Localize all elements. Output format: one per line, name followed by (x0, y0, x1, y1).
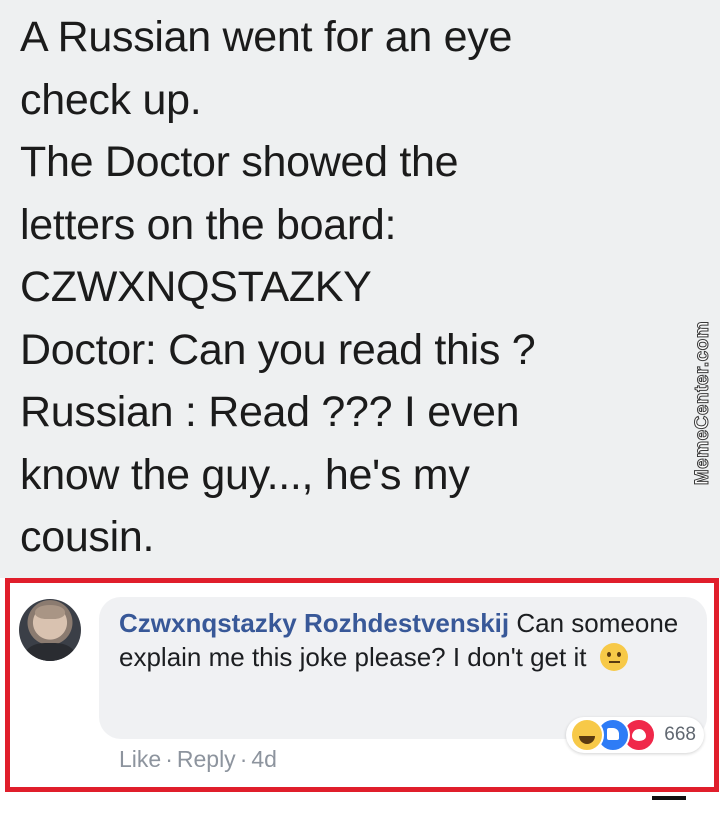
like-link[interactable]: Like (119, 746, 161, 772)
avatar-body (25, 643, 75, 661)
post-body: A Russian went for an eye check up. The … (0, 0, 720, 578)
meme-page: A Russian went for an eye check up. The … (0, 0, 720, 813)
post-line: A Russian went for an eye (20, 13, 513, 61)
post-line: The Doctor showed the (20, 138, 459, 186)
comment-actions: Like · Reply · 4d (119, 746, 277, 773)
reaction-count: 668 (664, 724, 696, 745)
corner-mark (652, 796, 686, 800)
comment-timestamp[interactable]: 4d (251, 746, 277, 772)
post-text: A Russian went for an eye check up. The … (20, 6, 680, 569)
highlighted-comment: Czwxnqstazky Rozhdestvenskij Can someone… (5, 578, 719, 792)
post-line: letters on the board: (20, 200, 397, 249)
post-line: know the guy..., he's my (20, 450, 470, 499)
neutral-face-icon (599, 643, 628, 671)
watermark: MemeCenter.com (690, 300, 716, 505)
separator-dot: · (165, 746, 173, 772)
avatar-hair (35, 605, 65, 619)
post-line: cousin. (20, 513, 155, 561)
avatar[interactable] (19, 599, 81, 661)
post-line: check up. (20, 75, 202, 124)
post-line: CZWXNQSTAZKY (20, 263, 372, 311)
separator-dot: · (239, 746, 248, 772)
comment-author-link[interactable]: Czwxnqstazky Rozhdestvenskij (119, 608, 509, 638)
comment-text: Czwxnqstazky Rozhdestvenskij Can someone… (119, 606, 689, 674)
haha-icon (570, 718, 605, 752)
reply-link[interactable]: Reply (177, 746, 236, 772)
reactions-summary[interactable]: 668 (566, 717, 704, 753)
post-line: Doctor: Can you read this ? (20, 325, 536, 374)
watermark-text: MemeCenter.com (692, 320, 714, 485)
post-line: Russian : Read ??? I even (20, 388, 520, 436)
